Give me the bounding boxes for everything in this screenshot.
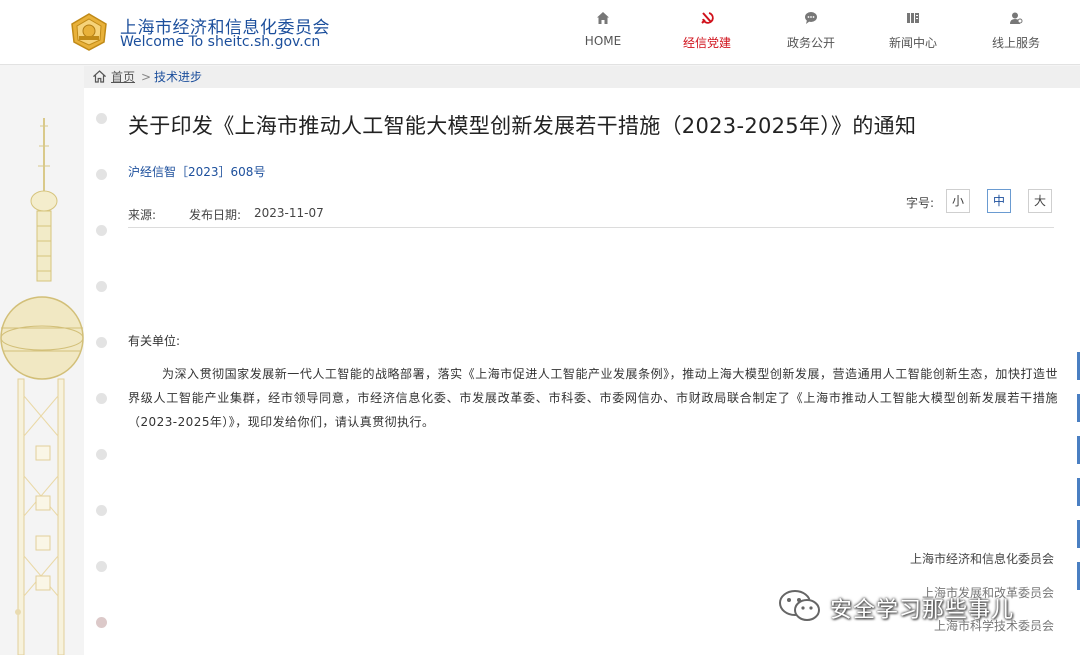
decorative-dot bbox=[96, 281, 107, 292]
site-header: 上海市经济和信息化委员会 Welcome To sheitc.sh.gov.cn… bbox=[0, 0, 1080, 65]
nav-label-government-affairs: 政务公开 bbox=[786, 36, 835, 50]
user-service-icon bbox=[968, 10, 1064, 30]
decorative-dot bbox=[96, 225, 107, 236]
nav-item-home[interactable]: HOME bbox=[555, 10, 651, 58]
font-size-small-button[interactable]: 小 bbox=[946, 189, 970, 213]
nav-item-party-building[interactable]: 经信党建 bbox=[659, 10, 755, 58]
breadcrumb-home-link[interactable]: 首页 bbox=[111, 66, 135, 88]
nav-item-government-affairs[interactable]: 政务公开 bbox=[763, 10, 859, 58]
decorative-dot bbox=[96, 113, 107, 124]
breadcrumb: 首页 > 技术进步 bbox=[84, 66, 1080, 88]
decorative-dot bbox=[96, 169, 107, 180]
article-panel: 首页 > 技术进步 关于印发《上海市推动人工智能大模型创新发展若干措施（2023… bbox=[84, 66, 1080, 655]
font-size-label: 字号: bbox=[906, 196, 935, 210]
wechat-icon bbox=[779, 590, 820, 621]
nav-label-news-center: 新闻中心 bbox=[888, 36, 937, 50]
signer-line: 上海市经济和信息化委员会 bbox=[909, 552, 1054, 566]
decorative-dot bbox=[96, 393, 107, 404]
publish-date-label: 发布日期: bbox=[189, 208, 242, 222]
header-divider bbox=[128, 227, 1054, 228]
nav-label-online-services: 线上服务 bbox=[991, 36, 1040, 50]
chat-icon bbox=[763, 10, 859, 30]
decorative-dot bbox=[96, 505, 107, 516]
document-number: 沪经信智［2023］608号 bbox=[128, 165, 266, 179]
font-size-medium-button[interactable]: 中 bbox=[987, 189, 1011, 213]
nav-item-news-center[interactable]: 新闻中心 bbox=[865, 10, 961, 58]
newspaper-icon bbox=[865, 10, 961, 30]
watermark-text: 安全学习那些事儿 bbox=[830, 598, 1015, 623]
hammer-sickle-icon bbox=[659, 10, 755, 30]
decorative-dot bbox=[96, 561, 107, 572]
nav-label-party-building: 经信党建 bbox=[682, 36, 731, 50]
site-name-english[interactable]: Welcome To sheitc.sh.gov.cn bbox=[120, 34, 320, 50]
decorative-dot bbox=[96, 617, 107, 628]
breadcrumb-home-icon[interactable] bbox=[93, 70, 106, 83]
source-label: 来源: bbox=[128, 208, 157, 222]
breadcrumb-current-link[interactable]: 技术进步 bbox=[154, 66, 202, 88]
tower-illustration bbox=[0, 66, 84, 655]
decorative-dot bbox=[96, 337, 107, 348]
article-title: 关于印发《上海市推动人工智能大模型创新发展若干措施（2023-2025年）》的通… bbox=[128, 114, 917, 138]
home-icon bbox=[555, 10, 651, 30]
decorative-dot bbox=[96, 449, 107, 460]
salutation: 有关单位: bbox=[128, 334, 181, 348]
publish-date: 2023-11-07 bbox=[254, 206, 324, 220]
emblem-logo-icon[interactable] bbox=[68, 12, 110, 52]
font-size-large-button[interactable]: 大 bbox=[1028, 189, 1052, 213]
nav-item-online-services[interactable]: 线上服务 bbox=[968, 10, 1064, 58]
article-body: 为深入贯彻国家发展新一代人工智能的战略部署，落实《上海市促进人工智能产业发展条例… bbox=[128, 367, 1058, 429]
breadcrumb-separator: > bbox=[141, 70, 152, 84]
nav-label-home: HOME bbox=[584, 34, 622, 48]
